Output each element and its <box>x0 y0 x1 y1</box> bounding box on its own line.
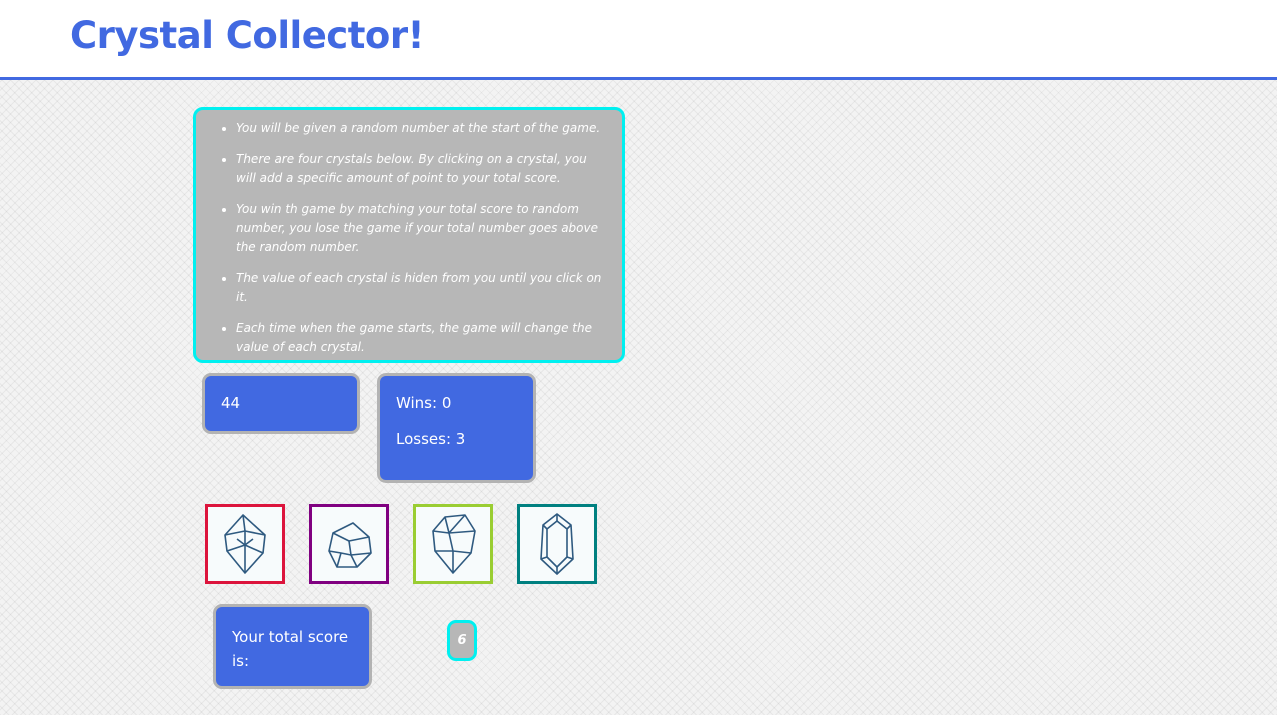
crystal-icon <box>540 513 574 575</box>
crystal-icon <box>224 514 266 574</box>
crystal-3-button[interactable] <box>413 504 493 584</box>
crystal-icon <box>328 522 372 568</box>
wins-count: Wins: 0 <box>396 394 452 412</box>
instruction-item: Each time when the game starts, the game… <box>236 319 610 357</box>
scoreboard: Wins: 0 Losses: 3 <box>377 373 536 483</box>
total-score-number: 6 <box>457 633 467 648</box>
target-number-box: 44 <box>202 373 360 434</box>
instruction-item: The value of each crystal is hiden from … <box>236 269 610 307</box>
total-score-value: 6 <box>447 620 477 661</box>
instructions-list: You will be given a random number at the… <box>196 119 610 357</box>
losses-count: Losses: 3 <box>396 430 466 448</box>
crystal-2-button[interactable] <box>309 504 389 584</box>
target-number: 44 <box>221 394 241 412</box>
instruction-item: You win th game by matching your total s… <box>236 200 610 257</box>
page-header: Crystal Collector! <box>0 0 1277 80</box>
page-title: Crystal Collector! <box>70 14 424 57</box>
crystal-icon <box>432 514 476 574</box>
total-score-label: Your total score is: <box>232 628 349 670</box>
instruction-item: You will be given a random number at the… <box>236 119 610 138</box>
instructions-panel: You will be given a random number at the… <box>193 107 625 363</box>
instruction-item: There are four crystals below. By clicki… <box>236 150 610 188</box>
crystal-1-button[interactable] <box>205 504 285 584</box>
crystal-4-button[interactable] <box>517 504 597 584</box>
total-score-box: Your total score is: <box>213 604 372 689</box>
